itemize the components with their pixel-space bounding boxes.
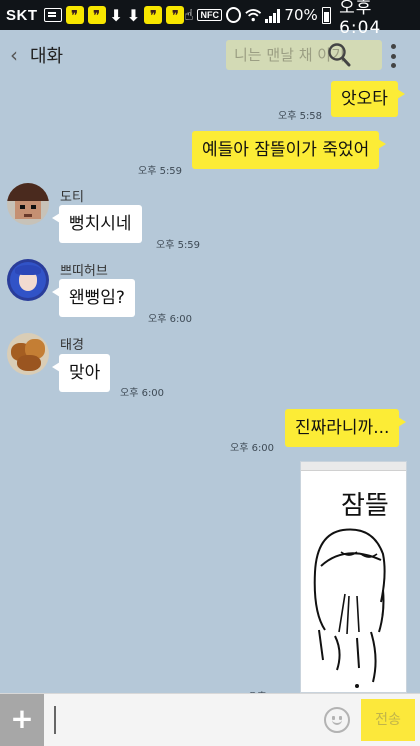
battery-percent: 70% [284, 6, 318, 24]
other-message-bubble[interactable]: 뻥치시네 [52, 205, 142, 243]
drawing-text: 잠뜰 [341, 491, 389, 521]
send-button[interactable]: 전송 [361, 699, 415, 741]
other-message-bubble[interactable]: 왠뻥임? [52, 279, 135, 317]
my-message-bubble[interactable]: 진짜라니까... [285, 409, 407, 447]
message-time: 오후 5:58 [278, 111, 323, 122]
chat-header: ‹ 대화 니는 맨날 채 이기 [0, 30, 420, 80]
message-time: 오후 5:59 [138, 166, 183, 177]
nfc-icon: NFC [197, 9, 222, 21]
download-icon: ⬇ [109, 5, 123, 25]
menu-icon[interactable] [388, 44, 398, 68]
status-bar: SKT ❞ ❞ ⬇ ⬇ ❞ ❞ ☝ NFC 70% 오후 6:04 [0, 0, 420, 38]
battery-icon [321, 6, 332, 24]
message-input[interactable] [50, 702, 320, 738]
download-icon: ⬇ [126, 5, 141, 25]
message-time: 오후 6:00 [230, 443, 275, 454]
wifi-icon [245, 9, 262, 22]
avatar-doti[interactable] [7, 183, 49, 225]
text-cursor [54, 706, 56, 734]
avatar-bbutti[interactable] [7, 259, 49, 301]
signal-icon [265, 8, 281, 23]
message-time: 오후 6:00 [120, 388, 165, 399]
input-bar: + 전송 [0, 693, 420, 746]
image-message[interactable]: 잠뜰 [300, 461, 407, 693]
kakaotalk-icon: ❞ [87, 6, 106, 24]
my-message-bubble[interactable]: 예들아 잠뜰이가 죽었어 [192, 131, 387, 169]
search-icon[interactable] [327, 42, 351, 68]
alarm-icon [225, 7, 241, 23]
touch-icon: ☝ [184, 6, 194, 24]
kakaotalk-icon: ❞ [144, 6, 163, 24]
message-time: 오후 6:00 [148, 314, 193, 325]
my-message-bubble[interactable]: 앗오타 [331, 81, 405, 117]
notice-banner[interactable]: 니는 맨날 채 이기 [226, 40, 382, 70]
back-icon[interactable]: ‹ [2, 43, 26, 67]
message-time: 오후 5:59 [156, 240, 201, 251]
message-icon [43, 8, 62, 22]
avatar-taegyeong[interactable] [7, 333, 49, 375]
drawing-image: 잠뜰 [313, 491, 389, 688]
other-message-bubble[interactable]: 맞아 [51, 354, 111, 392]
kakaotalk-icon: ❞ [166, 6, 185, 24]
kakaotalk-icon: ❞ [65, 6, 84, 24]
sender-name: 태경 [60, 338, 84, 353]
carrier-label: SKT [6, 6, 38, 24]
attach-button[interactable]: + [0, 694, 44, 746]
chat-title: 대화 [30, 46, 64, 67]
sender-name: 쁘띠허브 [60, 264, 108, 279]
emoticon-icon[interactable] [324, 707, 350, 733]
sender-name: 도티 [60, 190, 84, 205]
